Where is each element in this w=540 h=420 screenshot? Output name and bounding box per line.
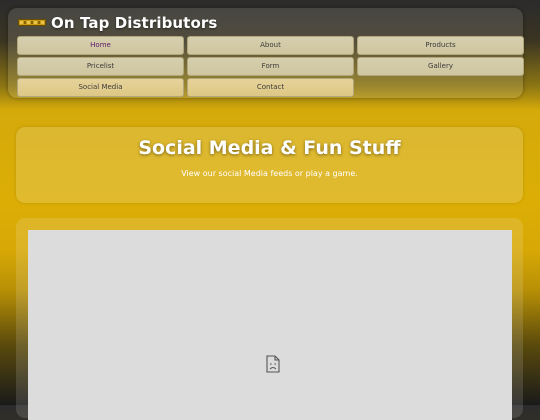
broken-frame-icon [266,355,280,373]
embedded-frame[interactable] [28,230,512,420]
nav-pricelist[interactable]: Pricelist [17,57,184,76]
nav-home[interactable]: Home [17,36,184,55]
content-panel [16,218,523,420]
site-header: On Tap Distributors Home About Products … [8,8,524,98]
main-nav: Home About Products Pricelist Form Galle… [17,36,524,97]
brand-logo-icon[interactable] [18,19,46,26]
nav-products[interactable]: Products [357,36,524,55]
page-title: Social Media & Fun Stuff [138,137,401,159]
nav-form[interactable]: Form [187,57,354,76]
hero-banner: Social Media & Fun Stuff View our social… [16,127,523,203]
nav-contact[interactable]: Contact [187,78,354,97]
nav-about[interactable]: About [187,36,354,55]
nav-social-media[interactable]: Social Media [17,78,184,97]
page-subtitle: View our social Media feeds or play a ga… [181,169,358,178]
site-title[interactable]: On Tap Distributors [51,14,217,32]
nav-gallery[interactable]: Gallery [357,57,524,76]
